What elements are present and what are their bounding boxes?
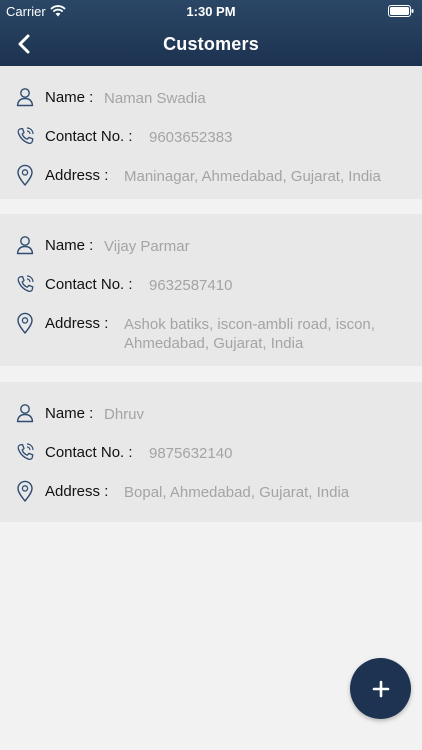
- customer-name: Naman Swadia: [104, 90, 206, 107]
- address-label: Address :: [45, 483, 109, 500]
- location-pin-icon: [17, 480, 33, 502]
- customer-address: Ashok batiks, iscon-ambli road, iscon, A…: [124, 316, 375, 352]
- status-time: 1:30 PM: [186, 4, 236, 19]
- contact-row: Contact No. : 9603652383: [0, 125, 422, 149]
- customer-card[interactable]: Name : Dhruv Contact No. : 9875632140 Ad…: [0, 382, 422, 522]
- customer-address: Bopal, Ahmedabad, Gujarat, India: [124, 484, 350, 501]
- user-icon: [16, 236, 34, 255]
- navigation-header: Carrier 1:30 PM Customers: [0, 0, 422, 66]
- user-icon: [16, 404, 34, 423]
- add-customer-button[interactable]: [350, 658, 411, 719]
- name-row: Name : Dhruv: [0, 402, 422, 426]
- plus-icon: [372, 680, 389, 697]
- contact-label: Contact No. :: [45, 276, 133, 293]
- name-row: Name : Naman Swadia: [0, 86, 422, 110]
- user-icon: [16, 88, 34, 107]
- address-row: Address : Maninagar, Ahmedabad, Gujarat,…: [0, 164, 422, 188]
- customer-name: Vijay Parmar: [104, 238, 190, 255]
- phone-icon: [17, 275, 34, 293]
- phone-icon: [17, 443, 34, 461]
- contact-row: Contact No. : 9632587410: [0, 273, 422, 297]
- customer-name: Dhruv: [104, 406, 145, 423]
- customer-address: Maninagar, Ahmedabad, Gujarat, India: [124, 168, 381, 185]
- name-label: Name :: [45, 237, 94, 254]
- address-row: Address : Bopal, Ahmedabad, Gujarat, Ind…: [0, 480, 422, 504]
- location-pin-icon: [17, 164, 33, 186]
- customer-card[interactable]: Name : Naman Swadia Contact No. : 960365…: [0, 66, 422, 199]
- contact-label: Contact No. :: [45, 128, 133, 145]
- name-label: Name :: [45, 89, 94, 106]
- address-label: Address :: [45, 315, 109, 332]
- contact-row: Contact No. : 9875632140: [0, 441, 422, 465]
- location-pin-icon: [17, 312, 33, 334]
- customer-card[interactable]: Name : Vijay Parmar Contact No. : 963258…: [0, 214, 422, 366]
- name-row: Name : Vijay Parmar: [0, 234, 422, 258]
- customer-contact: 9875632140: [149, 445, 233, 462]
- status-bar: Carrier 1:30 PM: [0, 0, 422, 22]
- page-title: Customers: [163, 34, 259, 54]
- phone-icon: [17, 127, 34, 145]
- address-row: Address : Ashok batiks, iscon-ambli road…: [0, 312, 422, 356]
- customer-contact: 9632587410: [149, 277, 233, 294]
- contact-label: Contact No. :: [45, 444, 133, 461]
- battery-icon: [388, 5, 414, 17]
- customer-contact: 9603652383: [149, 129, 233, 146]
- address-label: Address :: [45, 167, 109, 184]
- name-label: Name :: [45, 405, 94, 422]
